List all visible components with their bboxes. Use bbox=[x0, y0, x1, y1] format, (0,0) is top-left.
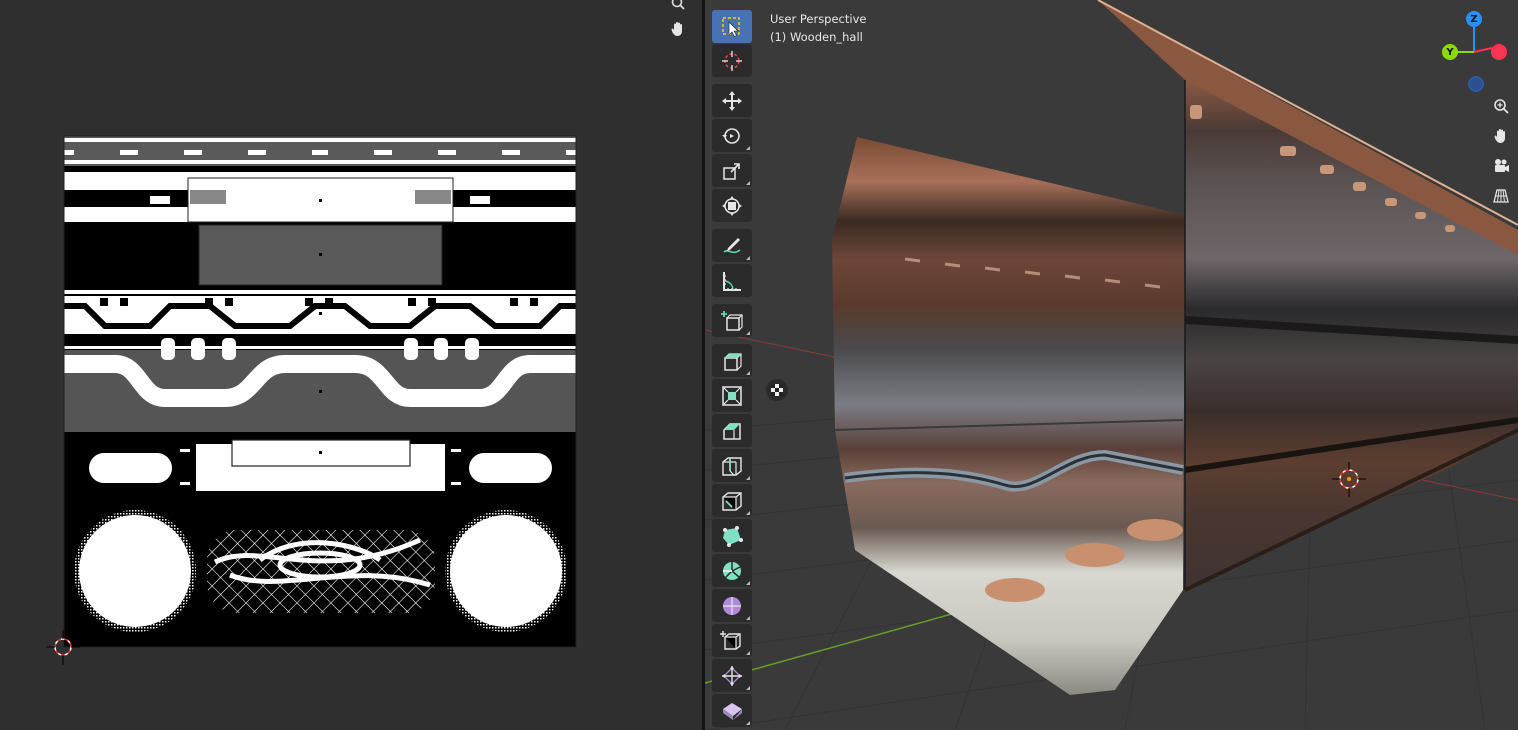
shrink-fatten-tool[interactable] bbox=[712, 659, 752, 692]
knife-icon bbox=[722, 491, 742, 511]
navigation-gizmo[interactable]: Z Y bbox=[1430, 8, 1518, 98]
measure-ruler-icon bbox=[723, 271, 741, 291]
extrude-icon bbox=[724, 352, 742, 371]
poly-build-tool[interactable] bbox=[712, 519, 752, 552]
rotate-tool[interactable] bbox=[712, 119, 752, 152]
scale-icon bbox=[723, 162, 740, 180]
cursor-tool[interactable] bbox=[712, 44, 752, 77]
loop-cut-tool[interactable] bbox=[712, 449, 752, 482]
uv-island-vent-strip bbox=[64, 290, 576, 349]
uv-island-top-rail bbox=[64, 136, 576, 166]
inset-faces-tool[interactable] bbox=[712, 379, 752, 412]
add-cube-tool[interactable] bbox=[712, 304, 752, 337]
camera-view-icon[interactable] bbox=[1488, 153, 1514, 179]
viewport-scene[interactable] bbox=[705, 0, 1518, 730]
smooth-tool[interactable] bbox=[712, 589, 752, 622]
shrink-fatten-icon bbox=[722, 665, 742, 686]
shear-icon bbox=[723, 702, 742, 720]
cursor-icon bbox=[722, 50, 742, 71]
bevel-tool[interactable] bbox=[712, 414, 752, 447]
poly-build-icon bbox=[723, 525, 743, 547]
bevel-icon bbox=[723, 422, 741, 440]
zoom-view-icon[interactable] bbox=[1488, 93, 1514, 119]
select-box-icon bbox=[722, 16, 740, 37]
knife-tool[interactable] bbox=[712, 484, 752, 517]
move-tool[interactable] bbox=[712, 84, 752, 117]
pan-view-icon[interactable] bbox=[1488, 123, 1514, 149]
edge-slide-tool[interactable] bbox=[712, 624, 752, 657]
add-cube-icon bbox=[721, 310, 743, 331]
3d-viewport[interactable]: User Perspective (1) Wooden_hall Z Y bbox=[705, 0, 1518, 730]
smooth-icon bbox=[723, 596, 741, 615]
uv-island-pipe-band bbox=[64, 338, 576, 432]
rotate-icon bbox=[722, 127, 740, 144]
uv-texture-map[interactable] bbox=[0, 0, 702, 730]
gizmo-x-axis[interactable] bbox=[1491, 44, 1507, 60]
extrude-region-tool[interactable] bbox=[712, 344, 752, 377]
edge-slide-icon bbox=[720, 630, 741, 650]
transform-tool[interactable] bbox=[712, 189, 752, 222]
checker-toggle-icon bbox=[766, 379, 788, 401]
perspective-label: User Perspective bbox=[770, 12, 867, 26]
gizmo-neg-z-axis[interactable] bbox=[1468, 76, 1484, 92]
scale-tool[interactable] bbox=[712, 154, 752, 187]
uv-editor[interactable] bbox=[0, 0, 702, 730]
annotate-tool[interactable] bbox=[712, 229, 752, 262]
shear-tool[interactable] bbox=[712, 694, 752, 727]
transform-icon bbox=[722, 195, 742, 216]
active-object-label: (1) Wooden_hall bbox=[770, 30, 863, 44]
spin-tool[interactable] bbox=[712, 554, 752, 587]
select-box-tool[interactable] bbox=[712, 10, 752, 43]
spin-icon bbox=[723, 561, 741, 580]
annotate-pencil-icon bbox=[723, 237, 741, 253]
hall-wall-left bbox=[832, 137, 1185, 695]
inset-icon bbox=[722, 385, 742, 406]
viewport-info: User Perspective (1) Wooden_hall bbox=[770, 10, 866, 46]
gizmo-y-axis[interactable]: Y bbox=[1442, 44, 1458, 60]
perspective-toggle-icon[interactable] bbox=[1488, 183, 1514, 209]
gizmo-z-axis[interactable]: Z bbox=[1466, 11, 1482, 27]
measure-tool[interactable] bbox=[712, 264, 752, 297]
loop-cut-icon bbox=[722, 456, 742, 476]
move-icon bbox=[722, 90, 742, 111]
